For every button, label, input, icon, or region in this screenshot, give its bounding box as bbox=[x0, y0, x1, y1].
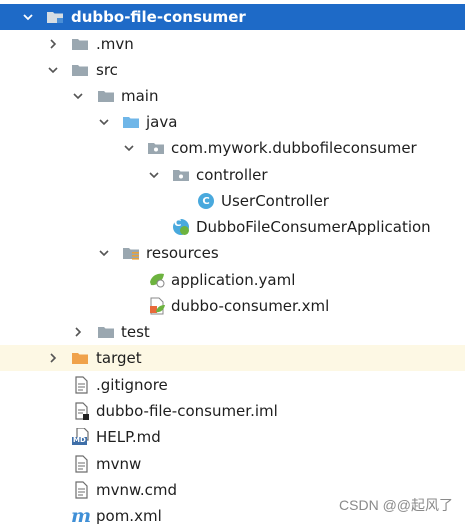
tree-row-help[interactable]: MD HELP.md bbox=[0, 424, 465, 450]
test-label: test bbox=[121, 323, 150, 341]
watermark: CSDN @@起风了 bbox=[339, 497, 453, 513]
tree-row-gitignore[interactable]: .gitignore bbox=[0, 372, 465, 398]
package-label: com.mywork.dubbofileconsumer bbox=[171, 139, 417, 157]
package-icon bbox=[147, 139, 165, 157]
maven-icon: m bbox=[70, 505, 92, 525]
iml-file-icon bbox=[72, 402, 90, 420]
project-tree: dubbo-file-consumer .mvn src main java c… bbox=[0, 0, 465, 525]
tree-row-application-yaml[interactable]: application.yaml bbox=[0, 267, 465, 293]
tree-row-java[interactable]: java bbox=[0, 109, 465, 135]
markdown-file-icon: MD bbox=[72, 428, 90, 446]
pom-label: pom.xml bbox=[96, 507, 162, 525]
application-yaml-label: application.yaml bbox=[171, 271, 296, 289]
chevron-down-icon[interactable] bbox=[146, 167, 162, 183]
usercontroller-label: UserController bbox=[221, 192, 329, 210]
tree-row-mvn[interactable]: .mvn bbox=[0, 31, 465, 57]
folder-icon bbox=[71, 61, 89, 79]
text-file-icon bbox=[72, 376, 90, 394]
spring-boot-class-icon: C bbox=[172, 218, 190, 236]
folder-icon bbox=[71, 35, 89, 53]
chevron-right-icon[interactable] bbox=[45, 36, 61, 52]
spring-xml-icon bbox=[148, 297, 166, 315]
resources-label: resources bbox=[146, 244, 219, 262]
text-file-icon bbox=[72, 481, 90, 499]
text-file-icon bbox=[72, 455, 90, 473]
mvnw-label: mvnw bbox=[96, 455, 142, 473]
package-icon bbox=[172, 166, 190, 184]
iml-label: dubbo-file-consumer.iml bbox=[96, 402, 278, 420]
tree-row-src[interactable]: src bbox=[0, 57, 465, 83]
class-icon-letter: C bbox=[174, 218, 182, 229]
tree-row-application-class[interactable]: C DubboFileConsumerApplication bbox=[0, 214, 465, 240]
tree-row-consumer-xml[interactable]: dubbo-consumer.xml bbox=[0, 293, 465, 319]
chevron-down-icon[interactable] bbox=[45, 62, 61, 78]
chevron-down-icon[interactable] bbox=[121, 140, 137, 156]
application-class-label: DubboFileConsumerApplication bbox=[196, 218, 431, 236]
help-label: HELP.md bbox=[96, 428, 161, 446]
chevron-down-icon[interactable] bbox=[96, 114, 112, 130]
mvn-label: .mvn bbox=[96, 35, 134, 53]
gitignore-label: .gitignore bbox=[96, 376, 168, 394]
chevron-down-icon[interactable] bbox=[96, 245, 112, 261]
chevron-right-icon[interactable] bbox=[45, 350, 61, 366]
tree-row-usercontroller[interactable]: C UserController bbox=[0, 188, 465, 214]
chevron-down-icon[interactable] bbox=[20, 9, 36, 25]
src-label: src bbox=[96, 61, 118, 79]
root-label: dubbo-file-consumer bbox=[71, 8, 246, 26]
consumer-xml-label: dubbo-consumer.xml bbox=[171, 297, 330, 315]
chevron-down-icon[interactable] bbox=[70, 88, 86, 104]
tree-row-mvnw[interactable]: mvnw bbox=[0, 451, 465, 477]
class-icon-letter: C bbox=[202, 195, 210, 207]
folder-icon bbox=[97, 87, 115, 105]
main-label: main bbox=[121, 87, 159, 105]
maven-letter: m bbox=[70, 505, 92, 525]
folder-icon bbox=[97, 323, 115, 341]
md-badge: MD bbox=[73, 436, 86, 444]
tree-row-package[interactable]: com.mywork.dubbofileconsumer bbox=[0, 135, 465, 161]
tree-row-iml[interactable]: dubbo-file-consumer.iml bbox=[0, 398, 465, 424]
tree-row-root[interactable]: dubbo-file-consumer bbox=[0, 4, 465, 30]
tree-row-resources[interactable]: resources bbox=[0, 240, 465, 266]
module-folder-icon bbox=[46, 8, 64, 26]
java-label: java bbox=[146, 113, 178, 131]
mvnw-cmd-label: mvnw.cmd bbox=[96, 481, 178, 499]
tree-row-test[interactable]: test bbox=[0, 319, 465, 345]
controller-label: controller bbox=[196, 166, 268, 184]
tree-row-target[interactable]: target bbox=[0, 345, 465, 371]
spring-config-icon bbox=[148, 271, 166, 289]
class-icon: C bbox=[197, 192, 215, 210]
resources-folder-icon bbox=[122, 244, 140, 262]
chevron-right-icon[interactable] bbox=[70, 324, 86, 340]
tree-row-controller[interactable]: controller bbox=[0, 162, 465, 188]
tree-row-main[interactable]: main bbox=[0, 83, 465, 109]
source-folder-icon bbox=[122, 113, 140, 131]
target-label: target bbox=[96, 349, 142, 367]
excluded-folder-icon bbox=[71, 349, 89, 367]
